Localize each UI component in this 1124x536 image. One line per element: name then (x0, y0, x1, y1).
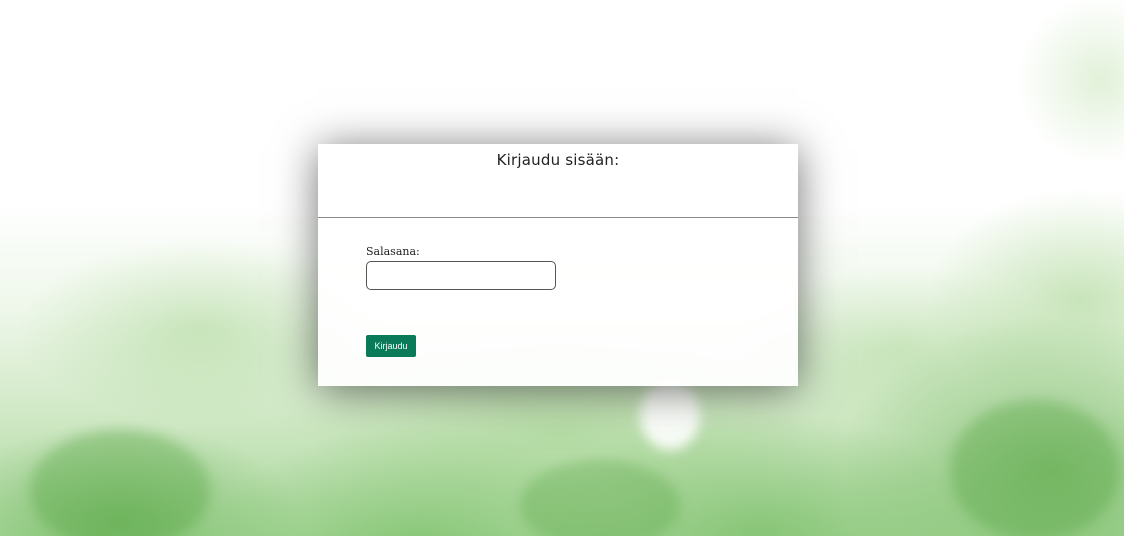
password-input[interactable] (366, 261, 556, 290)
login-button[interactable]: Kirjaudu (366, 335, 416, 357)
login-header: Kirjaudu sisään: (318, 144, 798, 218)
watercolor-blot (30, 430, 210, 536)
watercolor-blot (950, 400, 1120, 536)
watercolor-blot (640, 380, 700, 450)
login-title: Kirjaudu sisään: (496, 151, 620, 169)
login-dialog: Kirjaudu sisään: Salasana: Kirjaudu (318, 144, 798, 386)
password-label: Salasana: (366, 245, 420, 258)
watercolor-blot (520, 460, 680, 536)
